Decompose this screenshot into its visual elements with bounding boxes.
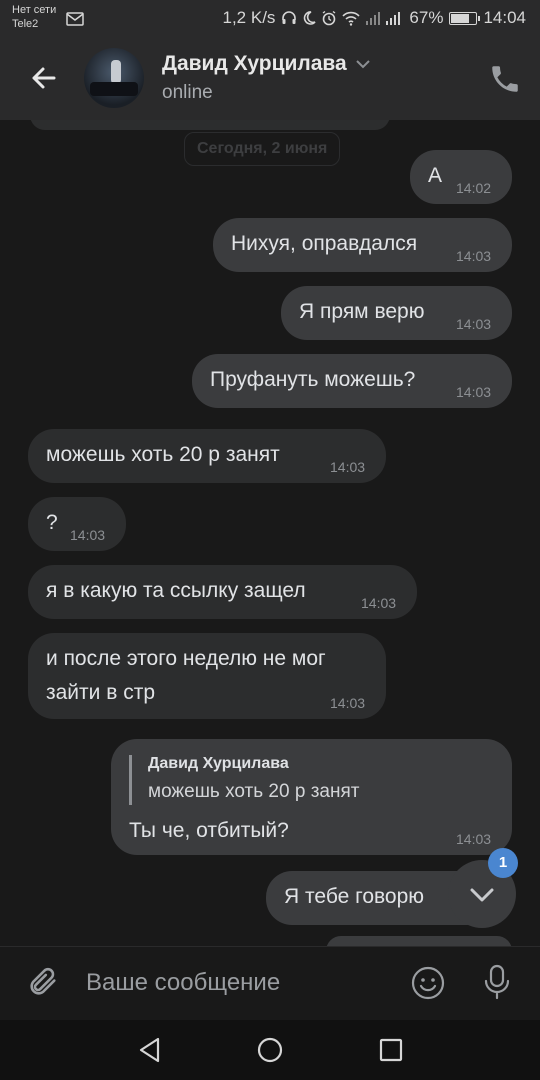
carrier-line-2: Tele2 — [12, 18, 39, 30]
message-time: 14:02 — [456, 180, 492, 196]
message-time: 14:03 — [456, 316, 492, 332]
nav-home-icon[interactable] — [256, 1036, 284, 1064]
phone-icon[interactable] — [488, 62, 522, 96]
microphone-icon[interactable] — [480, 963, 514, 1001]
message-time: 14:03 — [456, 831, 492, 847]
arrow-left-icon[interactable] — [26, 60, 62, 96]
message-text: можешь хоть 20 р занят — [46, 443, 280, 466]
contact-name: Давид Хурцилава — [162, 52, 347, 75]
signal-icon — [386, 12, 401, 25]
carrier-line-1: Нет сети — [12, 4, 57, 16]
mail-notification-icon — [66, 12, 84, 26]
message-text: Я тебе говорю — [284, 885, 425, 908]
chat-header: Давид Хурцилава online — [0, 38, 540, 120]
reply-author: Давид Хурцилава — [148, 755, 289, 772]
nav-back-icon[interactable] — [136, 1036, 164, 1064]
message-bubble[interactable]: ? 14:03 — [28, 497, 126, 551]
next-message-partial — [326, 936, 512, 946]
signal-empty-icon — [366, 12, 381, 25]
previous-message — [30, 120, 390, 130]
status-bar: Нет сети Tele2 1,2 K/s 67% 14:04 — [0, 0, 540, 38]
message-bubble[interactable]: А 14:02 — [410, 150, 512, 204]
battery-icon — [449, 11, 481, 25]
message-bubble[interactable]: Пруфануть можешь? 14:03 — [192, 354, 512, 408]
avatar-person — [111, 60, 121, 84]
reply-text: можешь хоть 20 р занят — [148, 781, 360, 802]
avatar[interactable] — [84, 48, 144, 108]
message-bubble[interactable]: Нихуя, оправдался 14:03 — [213, 218, 512, 272]
alarm-icon — [323, 10, 336, 26]
smile-icon[interactable] — [410, 965, 446, 1001]
nav-recent-apps-icon[interactable] — [378, 1037, 404, 1063]
message-bubble[interactable]: можешь хоть 20 р занят 14:03 — [28, 429, 386, 483]
system-navigation-bar — [0, 1020, 540, 1080]
reply-message-bubble[interactable]: Давид Хурцилава можешь хоть 20 р занят Т… — [111, 739, 512, 855]
wifi-icon — [342, 11, 361, 26]
status-icons — [281, 10, 403, 26]
avatar-car — [90, 82, 138, 96]
headset-icon — [282, 11, 297, 24]
chevron-down-icon — [356, 60, 370, 69]
battery-percent: 67% — [409, 8, 444, 27]
message-time: 14:03 — [456, 248, 492, 264]
message-text: Я прям верю — [299, 300, 425, 323]
message-text: Нихуя, оправдался — [231, 232, 418, 255]
moon-icon — [304, 11, 317, 25]
message-text: ? — [46, 511, 58, 534]
message-time: 14:03 — [456, 384, 492, 400]
message-bubble[interactable]: Я прям верю 14:03 — [281, 286, 512, 340]
message-text: я в какую та ссылку защел — [46, 579, 306, 602]
status-right: 1,2 K/s 67% 14:04 — [223, 8, 527, 28]
contact-status: online — [162, 82, 213, 103]
unread-badge: 1 — [488, 848, 518, 878]
message-time: 14:03 — [330, 695, 366, 711]
date-separator: Сегодня, 2 июня — [184, 132, 341, 166]
paperclip-icon[interactable] — [26, 965, 60, 999]
message-text-line-1: и после этого неделю не мог — [46, 647, 326, 670]
message-bubble[interactable]: и после этого неделю не мог зайти в стр … — [28, 633, 386, 719]
message-list[interactable]: Сегодня, 2 июня А 14:02 Нихуя, оправдалс… — [0, 120, 540, 946]
message-text: Ты че, отбитый? — [129, 819, 289, 842]
network-speed: 1,2 K/s — [222, 8, 276, 27]
message-composer: Ваше сообщение — [0, 946, 540, 1021]
message-bubble[interactable]: я в какую та ссылку защел 14:03 — [28, 565, 417, 619]
battery-level — [451, 13, 469, 23]
message-time: 14:03 — [70, 527, 106, 543]
clock: 14:04 — [483, 8, 526, 27]
message-text: Пруфануть можешь? — [210, 368, 416, 391]
message-text: А — [428, 164, 443, 187]
contact-name-row[interactable]: Давид Хурцилава — [162, 52, 371, 76]
message-time: 14:03 — [330, 459, 366, 475]
carrier-info: Нет сети Tele2 — [12, 3, 56, 31]
message-input[interactable]: Ваше сообщение — [86, 969, 280, 997]
message-time: 14:03 — [361, 595, 397, 611]
reply-quote[interactable]: Давид Хурцилава можешь хоть 20 р занят — [129, 755, 359, 805]
message-text-line-2: зайти в стр — [46, 681, 156, 704]
